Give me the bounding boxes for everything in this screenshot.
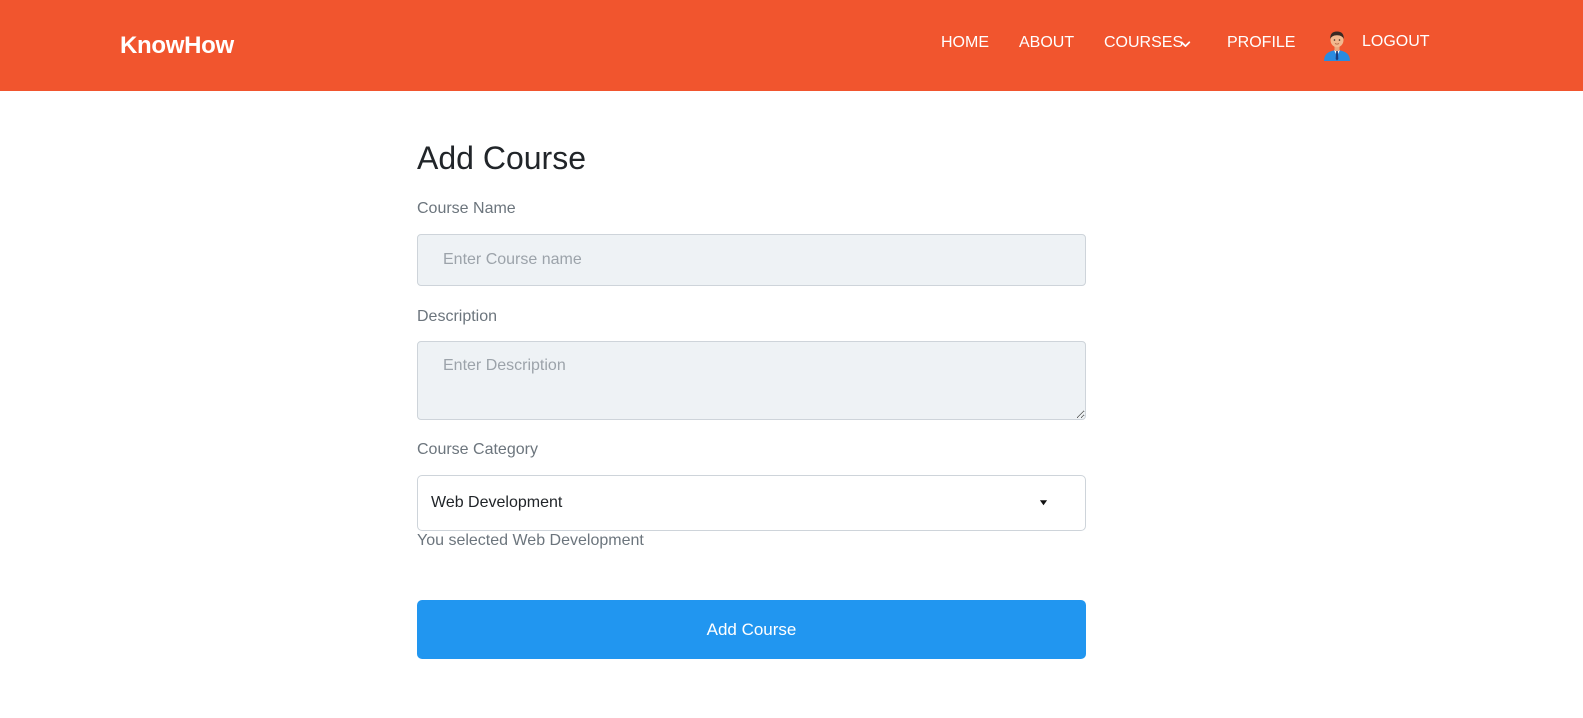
nav-home-link[interactable]: HOME <box>941 34 989 52</box>
course-category-label: Course Category <box>417 441 538 458</box>
course-category-selected-value: Web Development <box>431 494 563 511</box>
page-title: Add Course <box>417 140 586 176</box>
description-textarea[interactable] <box>417 341 1086 420</box>
category-selection-message: You selected Web Development <box>417 532 644 549</box>
course-name-input[interactable] <box>417 234 1086 286</box>
nav-logout-link[interactable]: LOGOUT <box>1362 33 1430 51</box>
avatar-icon[interactable] <box>1320 27 1354 61</box>
course-name-label: Course Name <box>417 200 516 217</box>
nav-profile-link[interactable]: PROFILE <box>1227 34 1295 52</box>
nav-about-link[interactable]: ABOUT <box>1019 34 1074 52</box>
add-course-button[interactable]: Add Course <box>417 600 1086 659</box>
top-navbar: KnowHow HOME ABOUT COURSES PROFILE LOGOU… <box>0 0 1583 91</box>
chevron-down-icon[interactable] <box>1180 39 1191 50</box>
course-category-select[interactable]: Web Development <box>417 475 1086 531</box>
nav-courses-dropdown[interactable]: COURSES <box>1104 34 1183 52</box>
caret-down-icon <box>1039 500 1048 506</box>
nav-links: HOME ABOUT COURSES PROFILE LOGOUT <box>0 0 1583 91</box>
description-label: Description <box>417 308 498 325</box>
